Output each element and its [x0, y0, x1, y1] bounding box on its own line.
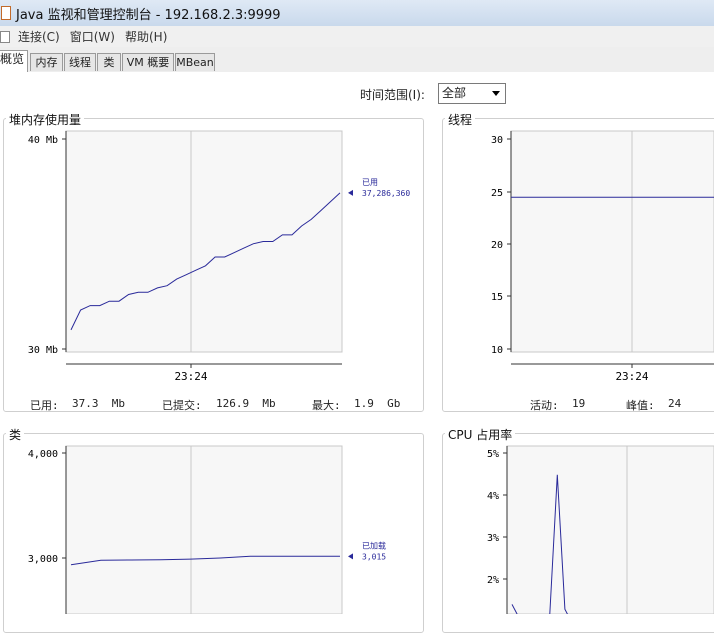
menu-help[interactable]: 帮助(H)	[125, 28, 167, 45]
cpu-plot-area	[506, 445, 714, 614]
classes-legend-marker-icon	[348, 553, 353, 560]
heap-chart: 40 Mb 30 Mb 23:24 已用 37,286,360	[28, 130, 410, 383]
classes-legend-label: 已加载	[362, 540, 386, 550]
classes-y-tick-label: 4,000	[28, 449, 58, 460]
cpu-y-tick-label: 5%	[487, 449, 499, 460]
classes-plot-area	[65, 445, 343, 614]
cpu-y-tick-label: 3%	[487, 533, 499, 544]
window-title: Java 监视和管理控制台 - 192.168.2.3:9999	[16, 7, 281, 23]
heap-committed-label: 已提交:	[162, 399, 202, 412]
threads-x-tick-label: 23:24	[615, 370, 648, 383]
heap-used-value: 37.3 Mb	[72, 397, 125, 410]
tab-mbean[interactable]: MBean	[175, 53, 215, 71]
heap-plot-area	[65, 130, 343, 353]
java-app-icon	[1, 6, 11, 20]
tab-threads[interactable]: 线程	[64, 53, 96, 71]
classes-chart: 4,000 3,000 已加载 3,015	[28, 445, 386, 614]
classes-legend-value: 3,015	[362, 552, 386, 561]
threads-y-tick-label: 30	[491, 135, 503, 146]
threads-y-tick-label: 20	[491, 240, 503, 251]
document-icon[interactable]	[0, 30, 10, 43]
threads-y-tick-label: 15	[491, 292, 503, 303]
heap-max-value: 1.9 Gb	[354, 397, 401, 410]
heap-committed-value: 126.9 Mb	[216, 397, 276, 410]
heap-max-label: 最大:	[312, 399, 341, 412]
heap-legend-label: 已用	[362, 178, 378, 187]
threads-live-value: 19	[572, 397, 586, 410]
menu-window[interactable]: 窗口(W)	[70, 28, 115, 45]
cpu-y-tick-label: 2%	[487, 575, 499, 586]
heap-y-tick-label: 30 Mb	[28, 345, 58, 356]
menu-connection[interactable]: 连接(C)	[18, 28, 60, 45]
threads-plot-area	[510, 130, 714, 353]
tab-memory[interactable]: 内存	[30, 53, 63, 71]
threads-y-tick-label: 25	[491, 188, 503, 199]
threads-live-label: 活动:	[530, 399, 559, 412]
cpu-y-tick-label: 4%	[487, 491, 499, 502]
charts-canvas: 40 Mb 30 Mb 23:24 已用 37,286,360 30 25 20 15 10 23…	[28, 130, 714, 614]
cpu-chart: 5% 4% 3% 2%	[487, 445, 714, 614]
threads-peak-label: 峰值:	[626, 399, 655, 412]
heap-y-tick-label: 40 Mb	[28, 135, 58, 146]
overview-content: 时间范围(I): 全部 堆内存使用量 线程 类 CPU 占用率 40 Mb 30 …	[0, 72, 714, 633]
tab-classes[interactable]: 类	[97, 53, 121, 71]
tab-strip: 概览 内存 线程 类 VM 概要 MBean	[0, 47, 714, 73]
heap-legend-marker-icon	[348, 189, 353, 196]
threads-y-tick-label: 10	[491, 345, 503, 356]
title-bar: Java 监视和管理控制台 - 192.168.2.3:9999	[0, 0, 714, 27]
heap-x-tick-label: 23:24	[174, 370, 207, 383]
threads-chart: 30 25 20 15 10 23:24	[491, 130, 714, 383]
threads-peak-value: 24	[668, 397, 682, 410]
tab-vm-summary[interactable]: VM 概要	[122, 53, 174, 71]
menu-bar: 连接(C) 窗口(W) 帮助(H)	[0, 26, 714, 47]
heap-legend-value: 37,286,360	[362, 189, 410, 198]
classes-y-tick-label: 3,000	[28, 554, 58, 565]
heap-used-label: 已用:	[30, 399, 59, 412]
tab-overview[interactable]: 概览	[0, 50, 28, 72]
